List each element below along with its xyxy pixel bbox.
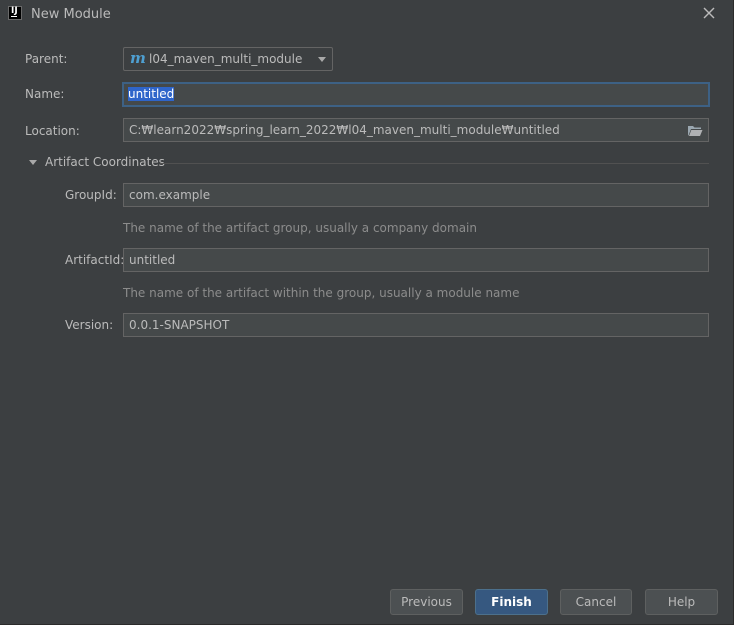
folder-open-icon[interactable] (687, 124, 703, 137)
maven-m-icon: m (130, 49, 146, 67)
artifact-id-hint: The name of the artifact within the grou… (123, 286, 520, 300)
title-bar: IJ New Module (0, 0, 733, 30)
triangle-down-icon (29, 160, 37, 165)
new-module-dialog: IJ New Module Parent: m l04_maven_multi_… (0, 0, 734, 625)
location-input[interactable]: C:₩learn2022₩spring_learn_2022₩l04_maven… (123, 118, 709, 142)
intellij-app-icon: IJ (8, 6, 22, 20)
group-id-hint: The name of the artifact group, usually … (123, 221, 477, 235)
artifact-coordinates-label: Artifact Coordinates (45, 155, 165, 169)
version-input[interactable]: 0.0.1-SNAPSHOT (123, 313, 709, 337)
close-icon[interactable] (701, 5, 717, 21)
finish-button[interactable]: Finish (475, 589, 548, 615)
artifact-id-input[interactable]: untitled (123, 248, 709, 272)
help-button[interactable]: Help (645, 589, 718, 615)
name-label: Name: (25, 87, 65, 101)
group-id-input[interactable]: com.example (123, 183, 709, 207)
version-input-value: 0.0.1-SNAPSHOT (129, 318, 230, 332)
version-label: Version: (65, 318, 114, 332)
previous-button[interactable]: Previous (390, 589, 463, 615)
cancel-button[interactable]: Cancel (560, 589, 632, 615)
name-input[interactable]: untitled (122, 82, 710, 107)
section-divider (160, 163, 709, 164)
window-title: New Module (31, 7, 111, 22)
parent-combobox[interactable]: m l04_maven_multi_module (123, 47, 333, 71)
parent-label: Parent: (25, 52, 68, 66)
location-label: Location: (25, 124, 80, 138)
location-input-value: C:₩learn2022₩spring_learn_2022₩l04_maven… (129, 123, 560, 137)
artifact-id-label: ArtifactId: (65, 253, 125, 267)
parent-combobox-value: l04_maven_multi_module (149, 52, 303, 66)
name-input-value: untitled (128, 87, 175, 101)
group-id-label: GroupId: (65, 188, 117, 202)
chevron-down-icon (318, 57, 326, 62)
artifact-id-input-value: untitled (129, 253, 176, 267)
group-id-input-value: com.example (129, 188, 211, 202)
